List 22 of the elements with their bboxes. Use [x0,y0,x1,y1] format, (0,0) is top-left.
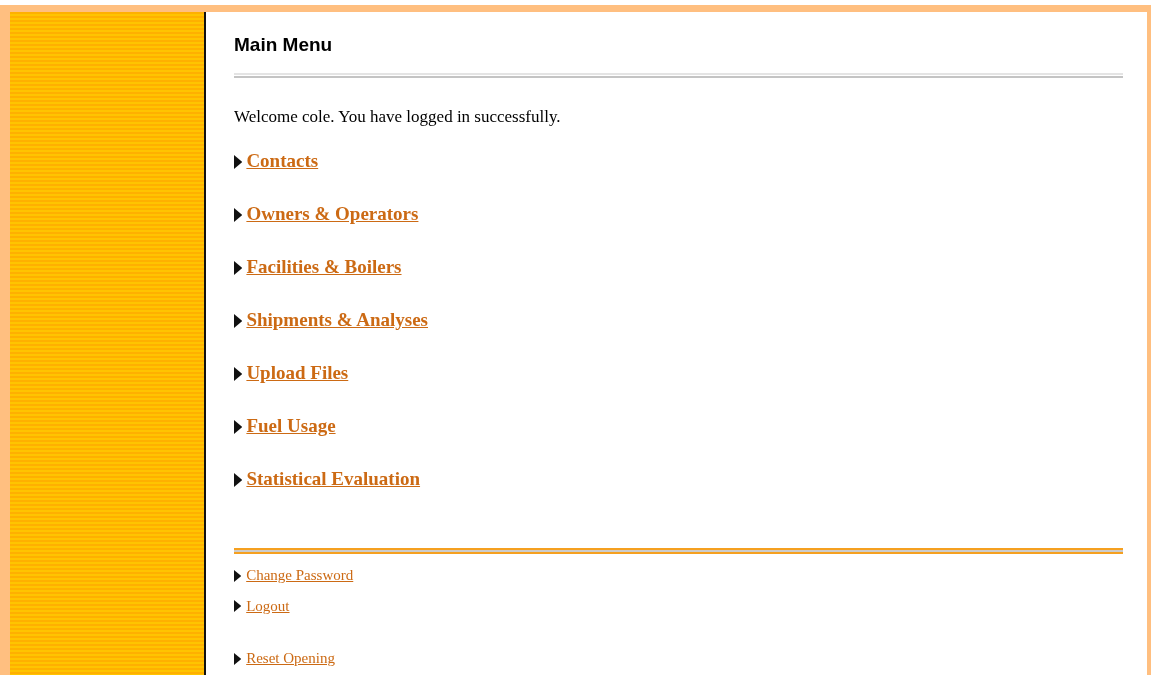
arrow-icon [234,472,243,487]
menu-link[interactable]: Statistical Evaluation [246,465,421,494]
menu-link[interactable]: Upload Files [246,359,349,388]
account-link[interactable]: Change Password [246,564,354,587]
menu-link[interactable]: Fuel Usage [246,412,336,441]
arrow-icon [234,366,243,381]
menu-link[interactable]: Shipments & Analyses [246,306,428,335]
page-title: Main Menu [234,34,334,57]
menu-link[interactable]: Contacts [246,147,319,176]
menu-link[interactable]: Owners & Operators [246,200,419,229]
arrow-icon [234,600,242,613]
account-link[interactable]: Reset Opening [246,647,335,670]
arrow-icon [234,419,243,434]
menu-link[interactable]: Facilities & Boilers [246,253,402,282]
welcome-message: Welcome cole. You have logged in successfully. [234,105,562,128]
arrow-icon [234,154,243,169]
account-link[interactable]: Logout [246,594,290,618]
arrow-icon [234,313,243,328]
arrow-icon [234,652,242,665]
arrow-icon [234,207,243,222]
arrow-icon [234,260,243,275]
arrow-icon [234,569,242,582]
